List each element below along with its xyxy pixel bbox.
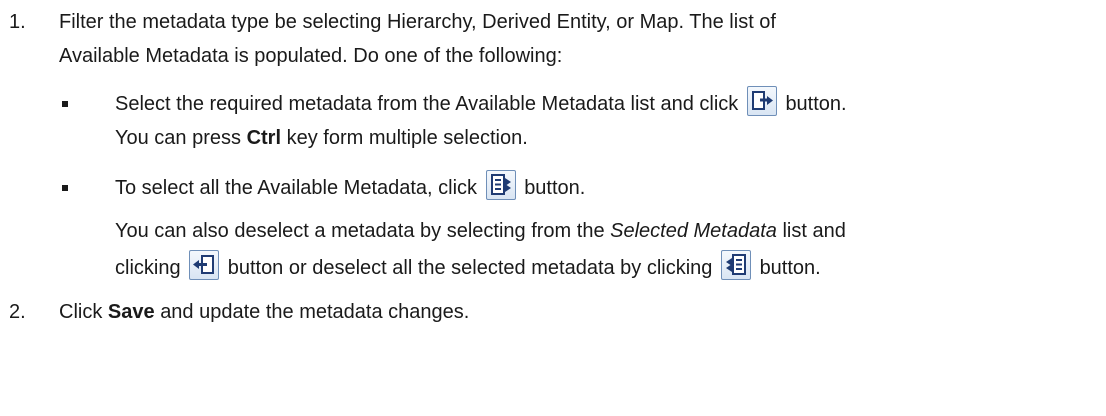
note-post: list and — [782, 220, 846, 242]
save-label: Save — [107, 301, 155, 323]
step-2-text: Click Save and update the metadata chang… — [59, 300, 469, 324]
step-1-text-line-2: Available Metadata is populated. Do one … — [59, 45, 563, 67]
ctrl-key-label: Ctrl — [246, 127, 282, 149]
note-pre: You can also deselect a metadata by sele… — [115, 220, 605, 242]
step-1-number: 1. — [9, 11, 26, 33]
bullet-2-line-1: To select all the Available Metadata, cl… — [115, 169, 586, 200]
bullet-1-text: Select the required metadata from the Av… — [115, 93, 739, 115]
bullet-2-text: To select all the Available Metadata, cl… — [115, 177, 478, 199]
bullet-1-line-2: You can press Ctrl key form multiple sel… — [115, 126, 528, 150]
selected-metadata-term: Selected Metadata — [610, 220, 777, 242]
move-left-icon[interactable] — [189, 249, 220, 280]
bullet-1-line-2-post: key form multiple selection. — [286, 127, 528, 149]
bullet-2-button-word: button. — [524, 177, 586, 199]
step-2-post: and update the metadata changes. — [160, 301, 470, 323]
bullet-2-note-line-2: clicking button or deselect all the sele… — [115, 249, 821, 280]
move-all-right-icon[interactable] — [485, 169, 516, 200]
bullet-1-button-word: button. — [785, 93, 847, 115]
bullet-1-line-2-pre: You can press — [115, 127, 242, 149]
bullet-2-note-line-1: You can also deselect a metadata by sele… — [115, 219, 846, 243]
note2-mid: button or deselect all the selected meta… — [227, 257, 713, 279]
note2-pre: clicking — [115, 257, 181, 279]
step-1-text-line-1: Filter the metadata type be selecting Hi… — [59, 11, 776, 33]
step-2-number: 2. — [9, 301, 26, 323]
bullet-marker — [62, 185, 68, 191]
move-all-left-icon[interactable] — [721, 249, 751, 280]
bullet-marker — [62, 101, 68, 107]
bullet-1-line-1: Select the required metadata from the Av… — [115, 85, 847, 116]
step-2-pre: Click — [59, 301, 103, 323]
move-right-icon[interactable] — [746, 85, 777, 116]
note2-post: button. — [759, 257, 821, 279]
